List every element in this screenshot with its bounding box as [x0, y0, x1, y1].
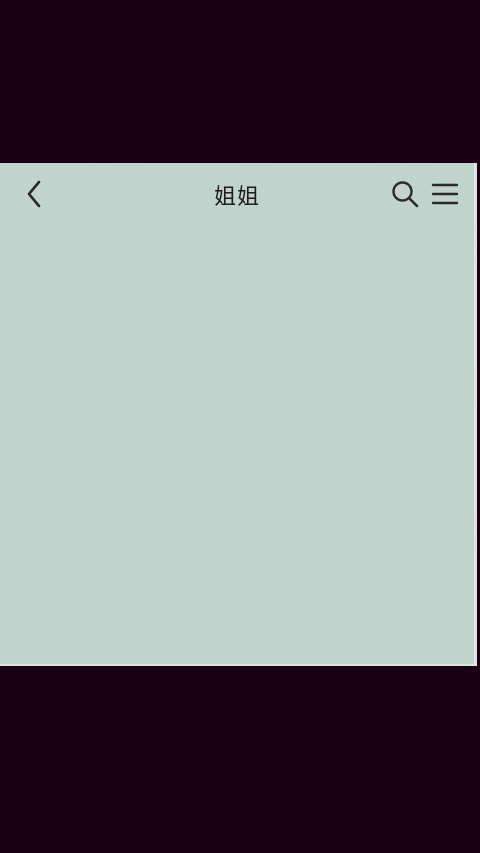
- chat-window: 姐姐: [0, 163, 477, 666]
- app-frame: 姐姐: [0, 0, 480, 853]
- search-icon: [392, 181, 419, 208]
- search-button[interactable]: [388, 177, 422, 211]
- menu-button[interactable]: [428, 177, 462, 211]
- top-bar: 姐姐: [0, 163, 474, 225]
- hamburger-menu-icon: [431, 183, 459, 205]
- message-list[interactable]: [0, 225, 474, 664]
